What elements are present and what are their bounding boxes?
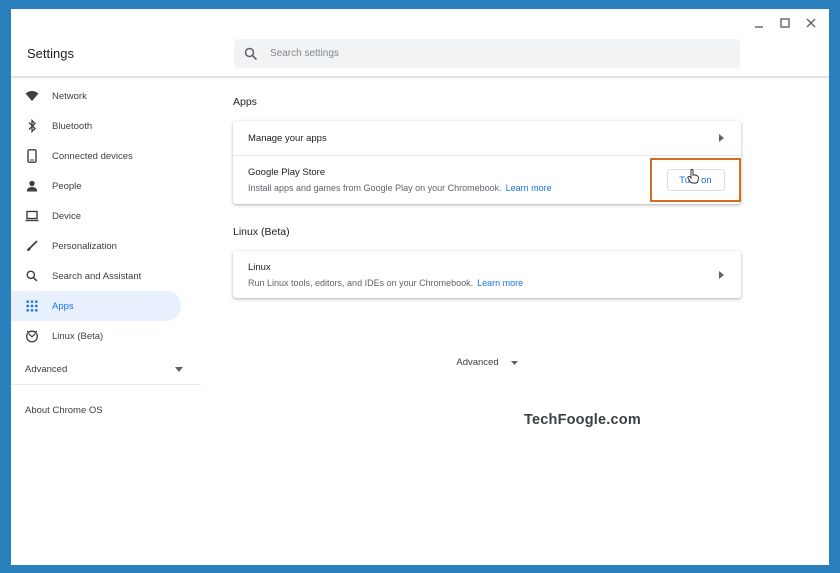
sidebar-item-label: Search and Assistant [52, 270, 142, 282]
sidebar-item-linux[interactable]: Linux (Beta) [11, 321, 181, 351]
hand-cursor-icon [687, 169, 701, 185]
sidebar-item-search-and-assistant[interactable]: Search and Assistant [11, 261, 181, 291]
sidebar-item-network[interactable]: Network [11, 81, 181, 111]
main-content: Apps Manage your apps Google Play Store … [233, 89, 741, 368]
linux-row-title: Linux [248, 261, 271, 273]
play-store-description: Install apps and games from Google Play … [248, 183, 552, 193]
sidebar-item-about-chrome-os[interactable]: About Chrome OS [11, 395, 201, 425]
linux-description-text: Run Linux tools, editors, and IDEs on yo… [248, 277, 474, 288]
search-icon [25, 269, 39, 283]
apps-card: Manage your apps Google Play Store Insta… [233, 121, 741, 204]
sidebar-item-label: Personalization [52, 240, 117, 252]
play-store-text: Google Play Store Install apps and games… [248, 167, 552, 193]
advanced-toggle[interactable]: Advanced [233, 357, 741, 368]
app-title: Settings [27, 46, 74, 61]
laptop-icon [25, 209, 39, 223]
highlight-box: Turn on [650, 158, 741, 202]
linux-description: Run Linux tools, editors, and IDEs on yo… [248, 278, 523, 288]
arrow-right-icon [716, 133, 726, 143]
settings-window: Settings Network Bluetooth Connected dev… [11, 9, 829, 565]
sidebar-item-personalization[interactable]: Personalization [11, 231, 181, 261]
arrow-right-icon [716, 270, 726, 280]
bluetooth-icon [25, 119, 39, 133]
play-store-row: Google Play Store Install apps and games… [233, 155, 741, 204]
sidebar-advanced-label: Advanced [25, 364, 68, 375]
search-icon [244, 47, 258, 61]
linux-learn-more-link[interactable]: Learn more [477, 278, 523, 288]
manage-apps-label: Manage your apps [248, 132, 327, 144]
sidebar-item-label: People [52, 180, 82, 192]
wifi-icon [25, 89, 39, 103]
sidebar: Network Bluetooth Connected devices Peop… [11, 81, 201, 425]
brush-icon [25, 239, 39, 253]
sidebar-item-people[interactable]: People [11, 171, 181, 201]
phone-icon [25, 149, 39, 163]
play-store-title: Google Play Store [248, 167, 326, 178]
manage-apps-row[interactable]: Manage your apps [233, 121, 741, 155]
sidebar-item-bluetooth[interactable]: Bluetooth [11, 111, 181, 141]
sidebar-item-label: Device [52, 210, 82, 222]
search-box[interactable] [234, 39, 740, 68]
person-icon [25, 179, 39, 193]
section-title-linux: Linux (Beta) [233, 226, 290, 238]
apps-grid-icon [25, 299, 39, 313]
linux-text: Linux Run Linux tools, editors, and IDEs… [248, 262, 523, 288]
search-input[interactable] [268, 47, 712, 60]
sidebar-item-connected-devices[interactable]: Connected devices [11, 141, 181, 171]
sidebar-item-label: Connected devices [52, 150, 133, 162]
linux-card: Linux Run Linux tools, editors, and IDEs… [233, 251, 741, 298]
caret-down-icon [175, 364, 183, 375]
sidebar-item-label: Network [52, 90, 87, 102]
linux-row[interactable]: Linux Run Linux tools, editors, and IDEs… [233, 251, 741, 298]
settings-header: Settings [11, 9, 829, 77]
sidebar-item-label: Bluetooth [52, 120, 93, 132]
play-store-description-text: Install apps and games from Google Play … [248, 183, 502, 193]
sidebar-item-label: Linux (Beta) [52, 330, 104, 342]
watermark-text: TechFoogle.com [524, 412, 641, 428]
advanced-label: Advanced [456, 357, 499, 368]
sidebar-item-device[interactable]: Device [11, 201, 181, 231]
sidebar-item-label: Apps [52, 300, 74, 312]
sidebar-advanced-toggle[interactable]: Advanced [11, 355, 201, 385]
section-title-apps: Apps [233, 96, 257, 108]
play-store-learn-more-link[interactable]: Learn more [506, 183, 552, 193]
sidebar-item-apps[interactable]: Apps [11, 291, 181, 321]
caret-down-icon [510, 360, 518, 365]
linux-icon [25, 329, 39, 343]
